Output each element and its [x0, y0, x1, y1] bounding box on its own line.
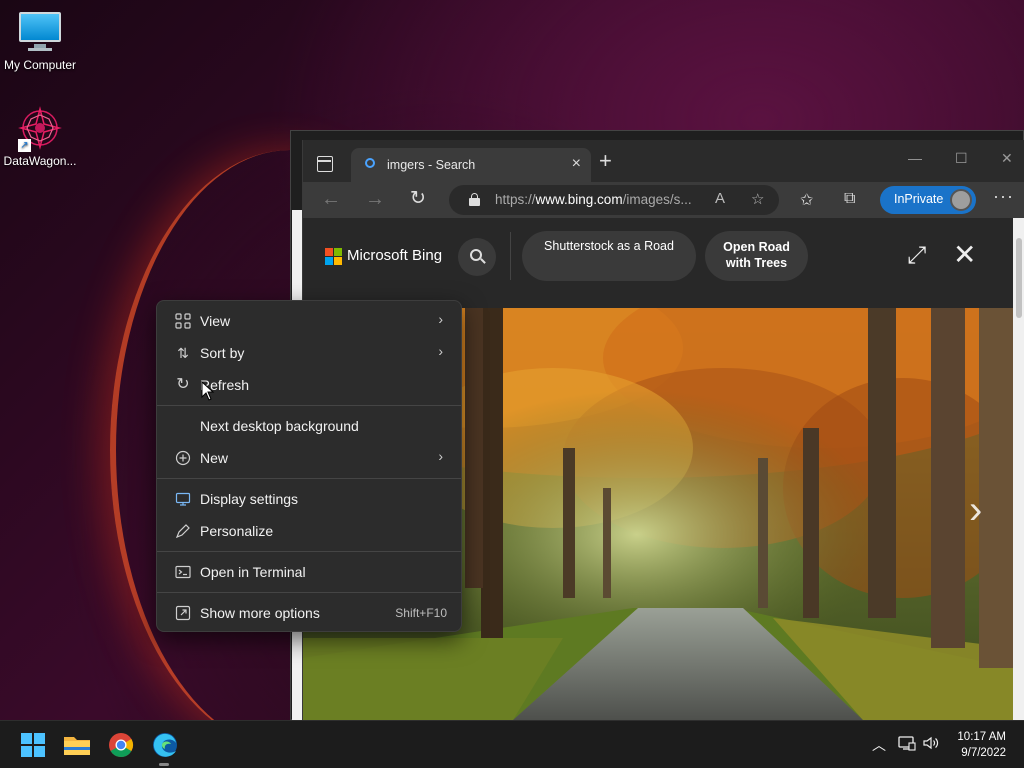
display-icon [175, 491, 191, 507]
address-url: https://www.bing.com/images/s... [495, 192, 692, 207]
desktop-icon-my-computer[interactable]: My Computer [0, 10, 80, 72]
menu-item-view[interactable]: View › [161, 305, 457, 337]
chevron-right-icon: › [438, 448, 443, 464]
plus-circle-icon [175, 450, 191, 466]
tab-bar: imgers - Search × + — ☐ ✕ [303, 140, 1024, 182]
next-image-icon[interactable]: › [969, 488, 982, 533]
read-aloud-icon[interactable]: A [715, 190, 725, 207]
related-chip-open-road[interactable]: Open Road with Trees [705, 231, 808, 281]
collections-icon[interactable]: ⧉ [844, 190, 855, 208]
tab-bing-search[interactable]: imgers - Search × [351, 148, 591, 182]
more-options-icon[interactable]: ··· [993, 186, 1014, 207]
edge-icon[interactable] [149, 729, 181, 761]
terminal-icon [175, 564, 191, 580]
forward-arrow-icon[interactable]: → [365, 188, 385, 210]
mouse-cursor-icon [201, 381, 215, 401]
search-icon [365, 158, 375, 168]
profile-avatar-icon [950, 189, 972, 211]
lock-icon [469, 193, 480, 206]
microsoft-logo-icon [325, 248, 343, 266]
menu-item-next-background[interactable]: Next desktop background [161, 410, 457, 442]
address-bar[interactable]: https://www.bing.com/images/s... A ☆ [449, 185, 779, 215]
chrome-icon[interactable] [105, 729, 137, 761]
desktop-context-menu: View › ⇅ Sort by › ↻ Refresh Next deskto… [156, 300, 462, 632]
refresh-icon[interactable]: ↻ [410, 188, 426, 210]
menu-item-personalize[interactable]: Personalize [161, 515, 457, 547]
menu-item-new[interactable]: New › [161, 442, 457, 474]
inprivate-label: InPrivate [894, 192, 944, 206]
new-tab-icon[interactable]: + [599, 150, 612, 172]
chevron-up-icon[interactable]: ︿ [872, 735, 886, 755]
pen-icon [175, 523, 191, 539]
chevron-right-icon: › [438, 343, 443, 359]
menu-separator [157, 478, 461, 479]
close-viewer-icon[interactable]: ✕ [953, 238, 976, 271]
chevron-right-icon: › [438, 311, 443, 327]
system-clock[interactable]: 10:17 AM 9/7/2022 [940, 729, 1020, 761]
maximize-button[interactable]: ☐ [955, 150, 968, 167]
menu-item-show-more-options[interactable]: Show more options Shift+F10 [161, 597, 457, 629]
clock-time: 10:17 AM [957, 731, 1006, 743]
file-explorer-icon[interactable] [61, 729, 93, 761]
sort-icon: ⇅ [177, 345, 189, 361]
refresh-icon: ↻ [176, 376, 190, 393]
datawagon-logo-icon: ↗ [18, 106, 62, 152]
shortcut-arrow-icon: ↗ [18, 139, 31, 152]
network-icon[interactable] [898, 735, 916, 754]
menu-separator [157, 592, 461, 593]
favorites-icon[interactable]: ✩ [800, 190, 813, 210]
expand-icon[interactable]: ⤢ [907, 242, 926, 270]
header-divider [510, 232, 511, 280]
close-window-button[interactable]: ✕ [1001, 150, 1013, 167]
desktop-icon-label: DataWagon... [3, 154, 77, 168]
bing-brand[interactable]: Microsoft Bing [347, 247, 442, 264]
speaker-icon[interactable] [922, 735, 940, 754]
minimize-button[interactable]: — [908, 150, 922, 166]
shortcut-hint: Shift+F10 [395, 606, 447, 620]
browser-toolbar: ← → ↻ https://www.bing.com/images/s... A… [303, 182, 1024, 218]
scrollbar-thumb[interactable] [1016, 238, 1022, 318]
active-app-indicator [159, 763, 169, 766]
share-icon [175, 605, 191, 621]
add-favorite-icon[interactable]: ☆ [751, 190, 764, 208]
tab-actions-icon[interactable] [317, 156, 333, 172]
page-scrollbar[interactable] [1013, 218, 1024, 720]
start-button[interactable] [17, 729, 49, 761]
tab-title: imgers - Search [387, 158, 476, 172]
menu-separator [157, 405, 461, 406]
related-chip-shutterstock[interactable]: Shutterstock as a Road [522, 231, 696, 281]
desktop-icon-datawagon[interactable]: ↗ DataWagon... [0, 106, 80, 168]
bing-search-button[interactable] [458, 238, 496, 276]
menu-item-sort-by[interactable]: ⇅ Sort by › [161, 337, 457, 369]
grid-icon [175, 313, 191, 329]
clock-date: 9/7/2022 [961, 747, 1006, 759]
menu-item-display-settings[interactable]: Display settings [161, 483, 457, 515]
bing-header: Microsoft Bing Shutterstock as a Road Op… [303, 218, 1013, 308]
inprivate-button[interactable]: InPrivate [880, 186, 976, 214]
computer-icon [18, 10, 62, 54]
menu-separator [157, 551, 461, 552]
taskbar: ︿ 10:17 AM 9/7/2022 [0, 720, 1024, 768]
desktop-icon-label: My Computer [3, 58, 77, 72]
back-arrow-icon[interactable]: ← [321, 188, 341, 210]
menu-item-open-terminal[interactable]: Open in Terminal [161, 556, 457, 588]
tab-close-icon[interactable]: × [572, 155, 581, 173]
